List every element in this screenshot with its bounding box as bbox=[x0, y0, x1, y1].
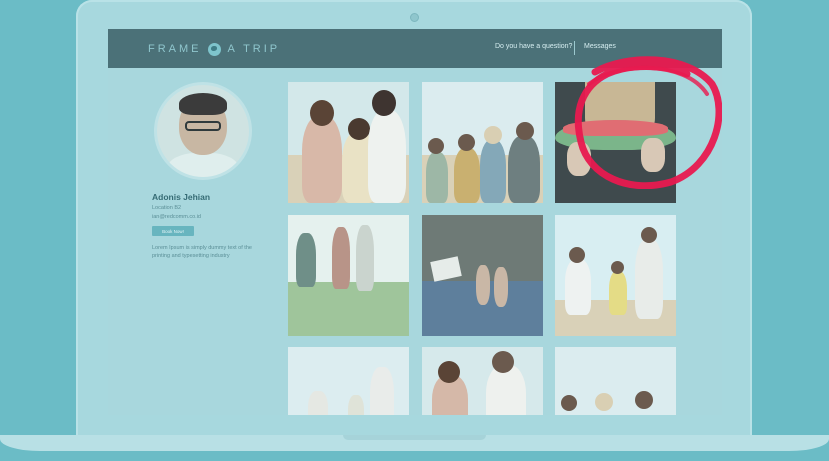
nav-divider bbox=[574, 41, 575, 55]
brand-left-text: FRAME bbox=[148, 43, 202, 55]
foot-right bbox=[494, 267, 508, 307]
brand-logo[interactable]: FRAME A TRIP bbox=[148, 42, 280, 56]
person-head bbox=[492, 351, 514, 373]
person-head bbox=[641, 227, 657, 243]
person-head bbox=[428, 138, 444, 154]
person-jumper bbox=[308, 391, 328, 415]
globe-icon bbox=[207, 42, 221, 56]
person-runner bbox=[296, 233, 316, 287]
feet-polaroid-photo[interactable] bbox=[422, 215, 543, 336]
person-jumper bbox=[565, 259, 591, 315]
person-woman bbox=[302, 116, 342, 203]
beach-friends-photo[interactable] bbox=[555, 347, 676, 415]
messages-link[interactable]: Messages bbox=[584, 43, 616, 50]
profile-location: Location B2 bbox=[152, 205, 182, 211]
profile-email[interactable]: ian@redcomm.co.id bbox=[152, 214, 267, 220]
jumping-family-photo[interactable] bbox=[555, 215, 676, 336]
person-jumper bbox=[370, 367, 394, 415]
person-hat bbox=[484, 126, 502, 144]
avatar-hair bbox=[179, 93, 227, 115]
running-field-photo[interactable] bbox=[288, 215, 409, 336]
photo-ground bbox=[288, 281, 409, 336]
family-hug-photo[interactable] bbox=[288, 82, 409, 203]
person-guitarist bbox=[508, 136, 540, 203]
friends-guitar-photo[interactable] bbox=[422, 82, 543, 203]
person-hat bbox=[595, 393, 613, 411]
person-head bbox=[611, 261, 624, 274]
question-link[interactable]: Do you have a question? bbox=[495, 43, 572, 50]
profile-card: Adonis Jehian Location B2 ian@redcomm.co… bbox=[152, 82, 267, 260]
person-head bbox=[438, 361, 460, 383]
avatar bbox=[154, 82, 252, 180]
book-now-button[interactable]: Book Now! bbox=[152, 226, 194, 236]
person-runner bbox=[332, 227, 350, 289]
person-man bbox=[368, 110, 406, 203]
person-friend bbox=[426, 152, 448, 203]
person-head bbox=[569, 247, 585, 263]
person-head bbox=[348, 118, 370, 140]
beach-jump-photo[interactable] bbox=[288, 347, 409, 415]
family-smile-photo[interactable] bbox=[422, 347, 543, 415]
brand-right-text: A TRIP bbox=[227, 43, 281, 55]
person-head bbox=[458, 134, 475, 151]
person-head bbox=[310, 100, 334, 126]
red-circle-annotation bbox=[574, 56, 722, 189]
person-head bbox=[561, 395, 577, 411]
profile-name: Adonis Jehian bbox=[152, 192, 211, 202]
avatar-shirt bbox=[167, 153, 239, 177]
person-head bbox=[372, 90, 396, 116]
person-friend bbox=[480, 140, 506, 203]
polaroid bbox=[430, 256, 462, 282]
person-jumper bbox=[635, 239, 663, 319]
foot-left bbox=[476, 265, 490, 305]
person-runner bbox=[356, 225, 374, 291]
camera-icon bbox=[410, 13, 419, 22]
laptop-notch bbox=[343, 435, 486, 440]
avatar-glasses bbox=[185, 121, 221, 131]
person-head bbox=[516, 122, 534, 140]
person-jumper bbox=[348, 395, 364, 415]
profile-bio: Lorem Ipsum is simply dummy text of the … bbox=[152, 245, 252, 259]
person-jumper bbox=[609, 271, 627, 315]
person-friend bbox=[454, 148, 480, 203]
person-head bbox=[635, 391, 653, 409]
